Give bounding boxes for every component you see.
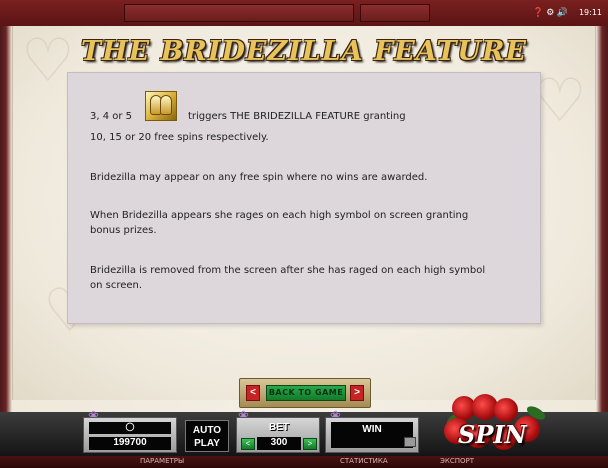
autoplay-label-line1: AUTO (192, 425, 222, 436)
export-link[interactable]: ЭКСПОРТ (440, 457, 474, 465)
coin-icon[interactable]: ◯ (89, 422, 171, 434)
info-line1-suffix: triggers THE BRIDEZILLA FEATURE granting (188, 111, 406, 122)
back-to-game-button[interactable]: BACK TO GAME (266, 385, 346, 401)
win-box: WIN (325, 417, 419, 453)
win-label: WIN (331, 422, 413, 448)
credits-box: ◯ 199700 (83, 417, 177, 453)
feature-info-panel: 3, 4 or 5 triggers THE BRIDEZILLA FEATUR… (67, 72, 541, 324)
spin-label[interactable]: SPIN (458, 420, 538, 449)
stats-link[interactable]: СТАТИСТИКА (340, 457, 388, 465)
info-line1-cont: 10, 15 or 20 free spins respectively. (90, 132, 269, 143)
prev-page-button[interactable]: < (246, 385, 260, 401)
paytable-nav: < BACK TO GAME > (239, 378, 371, 408)
autoplay-label-line2: PLAY (194, 438, 220, 449)
heart-decoration: ♡ (533, 67, 587, 134)
next-page-button[interactable]: > (350, 385, 364, 401)
rose-icon (494, 398, 518, 422)
status-icons[interactable]: ❓ ⚙ 🔊 (533, 7, 568, 18)
info-line3: When Bridezilla appears she rages on eac… (90, 210, 469, 236)
top-tab-small[interactable] (360, 4, 430, 22)
bet-label: BET (269, 422, 289, 433)
wedding-bells-icon (145, 91, 177, 121)
bet-decrease-button[interactable]: < (241, 438, 255, 450)
credits-value: 199700 (89, 437, 171, 450)
params-link[interactable]: ПАРАМЕТРЫ (140, 457, 184, 465)
info-line2: Bridezilla may appear on any free spin w… (90, 172, 428, 183)
clock-time: 19:11 (578, 8, 602, 17)
top-status-bar: ❓ ⚙ 🔊 19:11 (0, 0, 608, 26)
autoplay-button[interactable]: AUTO PLAY (185, 420, 229, 452)
info-line4: Bridezilla is removed from the screen af… (90, 265, 486, 291)
bottom-menu-bar (0, 456, 608, 468)
win-gem-icon (404, 437, 416, 447)
bet-increase-button[interactable]: > (303, 438, 317, 450)
bet-box: BET < 300 > (236, 417, 320, 453)
top-tab[interactable] (124, 4, 354, 22)
bet-value: 300 (257, 437, 301, 450)
info-line1-prefix: 3, 4 or 5 (90, 111, 133, 122)
page-title: THE BRIDEZILLA FEATURE (81, 36, 527, 67)
